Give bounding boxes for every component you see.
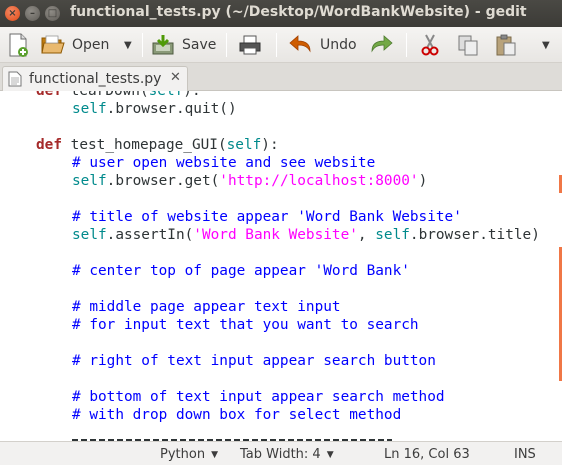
minimize-window-button[interactable]: – <box>25 6 40 21</box>
code-comment: # for input text that you want to search <box>72 317 419 333</box>
toolbar-overflow-button[interactable]: ▼ <box>542 27 550 63</box>
cursor-position: Ln 16, Col 63 <box>384 447 470 462</box>
toolbar-separator <box>142 33 143 57</box>
tab-width-label: Tab Width: 4 <box>240 447 321 462</box>
copy-button[interactable] <box>456 27 480 63</box>
title-bar: × – □ functional_tests.py (~/Desktop/Wor… <box>0 0 562 27</box>
cut-button[interactable] <box>418 27 442 63</box>
close-tab-icon[interactable]: ✕ <box>170 70 181 85</box>
undo-icon <box>289 35 311 53</box>
save-icon <box>152 35 174 55</box>
code-line: self.assertIn('Word Bank Website', self.… <box>72 227 540 243</box>
save-button[interactable]: Save <box>150 27 216 63</box>
undo-button[interactable]: Undo <box>288 27 357 63</box>
open-label: Open <box>72 37 110 53</box>
redo-button[interactable] <box>368 27 394 63</box>
chevron-down-icon: ▼ <box>124 39 132 51</box>
folder-open-icon <box>41 35 65 54</box>
chevron-down-icon: ▼ <box>211 450 218 460</box>
code-line: def tearDown(self): <box>36 91 201 99</box>
new-document-button[interactable] <box>6 27 30 63</box>
code-comment: # with drop down box for select method <box>72 407 402 423</box>
recent-files-dropdown[interactable]: ▼ <box>124 27 132 63</box>
code-comment: # bottom of text input appear search met… <box>72 389 445 405</box>
toolbar: Open ▼ Save Undo ▼ <box>0 27 562 63</box>
language-label: Python <box>160 447 206 462</box>
print-button[interactable] <box>238 27 262 63</box>
code-comment: # middle page appear text input <box>72 299 341 315</box>
save-label: Save <box>182 37 217 53</box>
paste-button[interactable] <box>494 27 518 63</box>
toolbar-separator <box>406 33 407 57</box>
new-document-icon <box>9 33 28 57</box>
text-file-icon <box>8 71 22 87</box>
code-comment: # center top of page appear 'Word Bank' <box>72 263 410 279</box>
maximize-window-button[interactable]: □ <box>45 6 60 21</box>
undo-label: Undo <box>320 37 357 53</box>
window-title: functional_tests.py (~/Desktop/WordBankW… <box>70 4 527 20</box>
redo-icon <box>371 35 393 53</box>
status-bar: Python ▼ Tab Width: 4 ▼ Ln 16, Col 63 INS <box>0 441 562 465</box>
tab-label: functional_tests.py <box>29 71 162 87</box>
chevron-down-icon: ▼ <box>326 450 334 460</box>
paste-icon <box>496 34 516 56</box>
code-line: self.browser.get('http://localhost:8000'… <box>72 173 428 189</box>
code-comment: # user open website and see website <box>72 155 376 171</box>
document-tab-bar: functional_tests.py ✕ <box>0 63 562 91</box>
tab-functional-tests[interactable]: functional_tests.py ✕ <box>2 66 188 91</box>
insert-mode: INS <box>514 447 536 462</box>
close-window-button[interactable]: × <box>5 6 20 21</box>
code-line: def test_homepage_GUI(self): <box>36 137 279 153</box>
code-line: self.browser.quit() <box>72 101 237 117</box>
toolbar-separator <box>276 33 277 57</box>
code-comment: # right of text input appear search butt… <box>72 353 436 369</box>
tab-width-selector[interactable]: Tab Width: 4 ▼ <box>240 447 334 462</box>
toolbar-separator <box>226 33 227 57</box>
language-selector[interactable]: Python ▼ <box>160 447 218 462</box>
copy-icon <box>458 35 478 56</box>
code-comment: # title of website appear 'Word Bank Web… <box>72 209 462 225</box>
print-icon <box>239 35 261 55</box>
chevron-down-icon: ▼ <box>542 39 550 51</box>
code-editor[interactable]: def tearDown(self): self.browser.quit() … <box>0 91 562 441</box>
scissors-icon <box>421 34 439 56</box>
open-button[interactable]: Open <box>40 27 109 63</box>
